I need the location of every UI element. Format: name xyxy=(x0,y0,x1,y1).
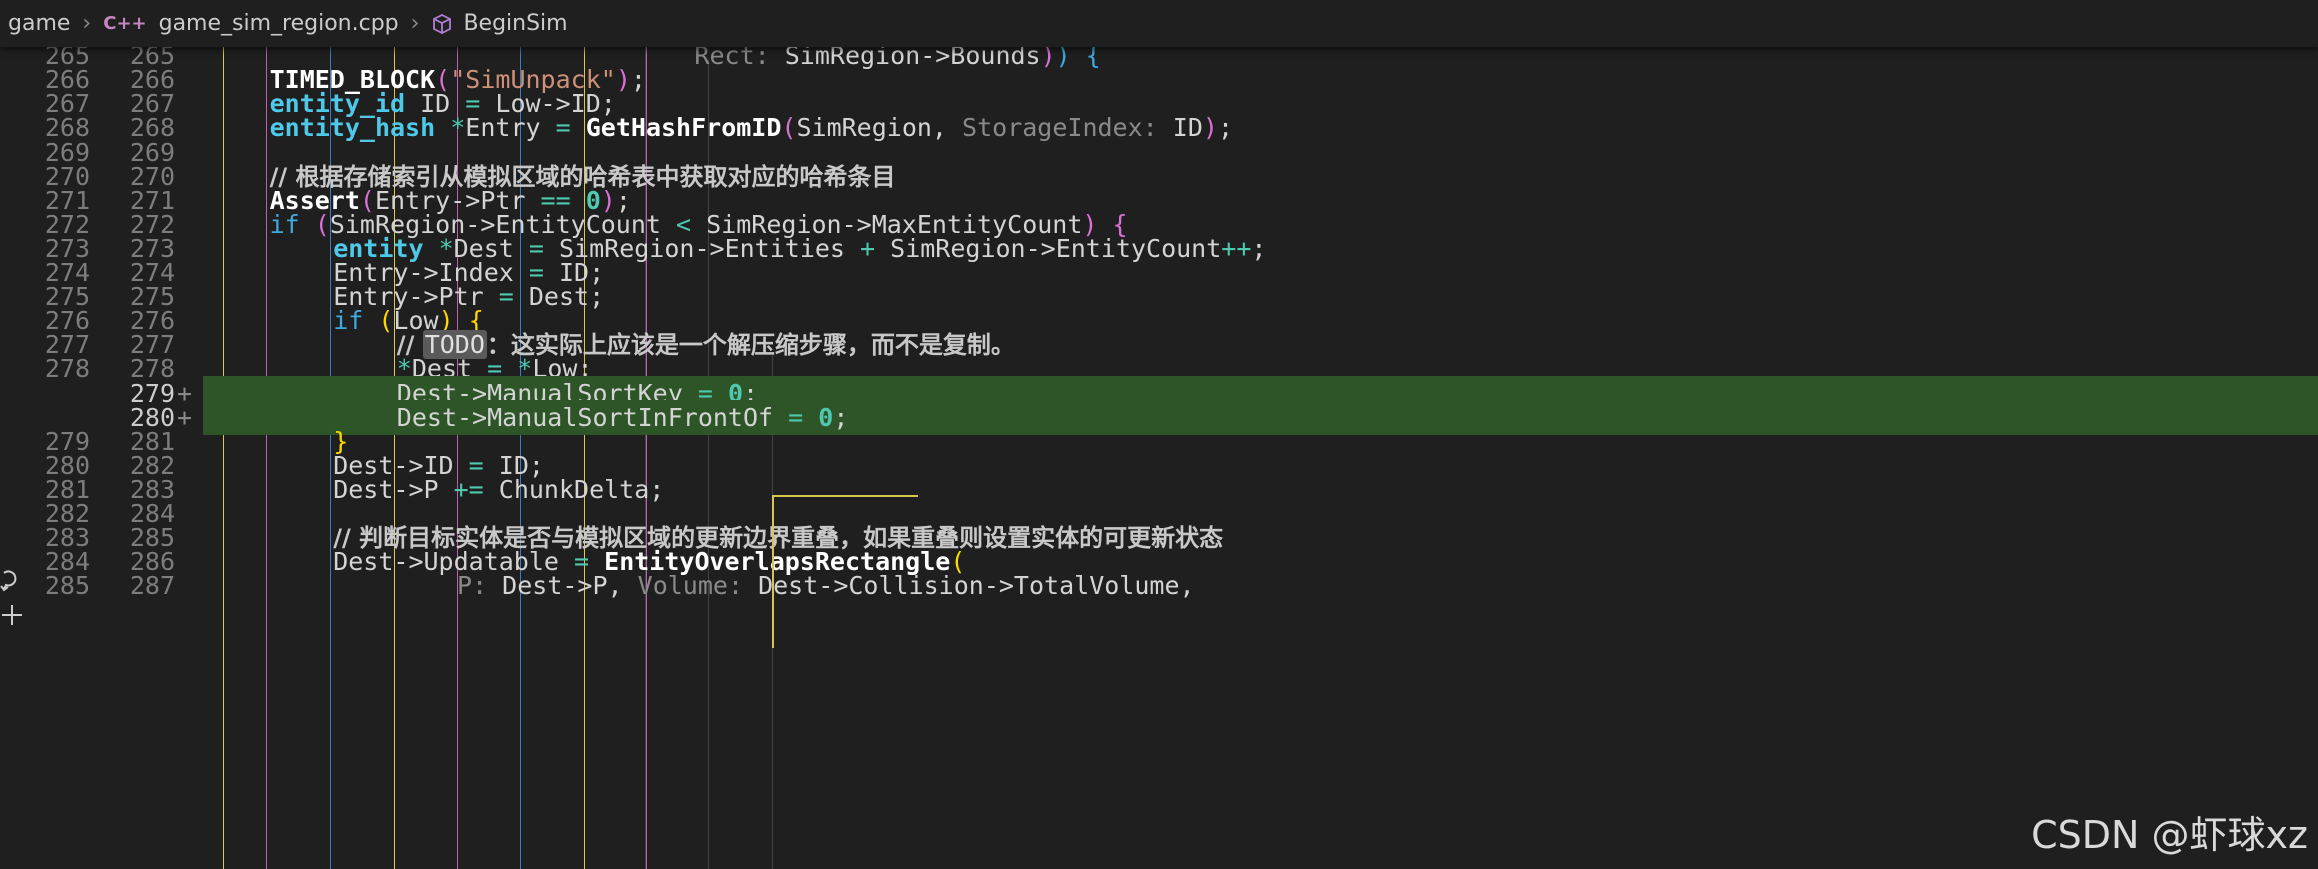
line-number-original: 285 xyxy=(44,571,90,601)
breadcrumb-folder[interactable]: game xyxy=(8,11,70,36)
code-editor[interactable]: 264264if (EntityOverlapsRectangle(P: Sim… xyxy=(0,0,2318,869)
bracket-scope-guide xyxy=(772,495,774,648)
cpp-file-icon: C++ xyxy=(103,13,147,34)
code-text: P: Dest->P, Volume: Dest->Collision->Tot… xyxy=(397,568,1195,604)
code-token: Volume: xyxy=(637,571,759,601)
bracket-scope-guide xyxy=(772,495,918,497)
code-token: P: xyxy=(457,571,503,601)
breadcrumb-file[interactable]: C++ game_sim_region.cpp xyxy=(103,11,398,36)
code-line[interactable]: 285 287 P: Dest->P, Volume: Dest->Collisi… xyxy=(0,568,2318,604)
line-number-modified: 287 xyxy=(129,571,175,601)
code-token: Dest->P, xyxy=(502,571,638,601)
cube-icon xyxy=(431,13,453,35)
chevron-right-icon: › xyxy=(82,11,92,36)
breadcrumb: game › C++ game_sim_region.cpp › BeginSi… xyxy=(0,0,2318,47)
breadcrumb-symbol[interactable]: BeginSim xyxy=(431,11,568,36)
code-token: Dest->Collision->TotalVolume, xyxy=(758,571,1195,601)
stage-change-icon[interactable] xyxy=(0,603,24,627)
chevron-right-icon: › xyxy=(410,11,420,36)
watermark: CSDN @虾球xz xyxy=(2031,813,2308,857)
